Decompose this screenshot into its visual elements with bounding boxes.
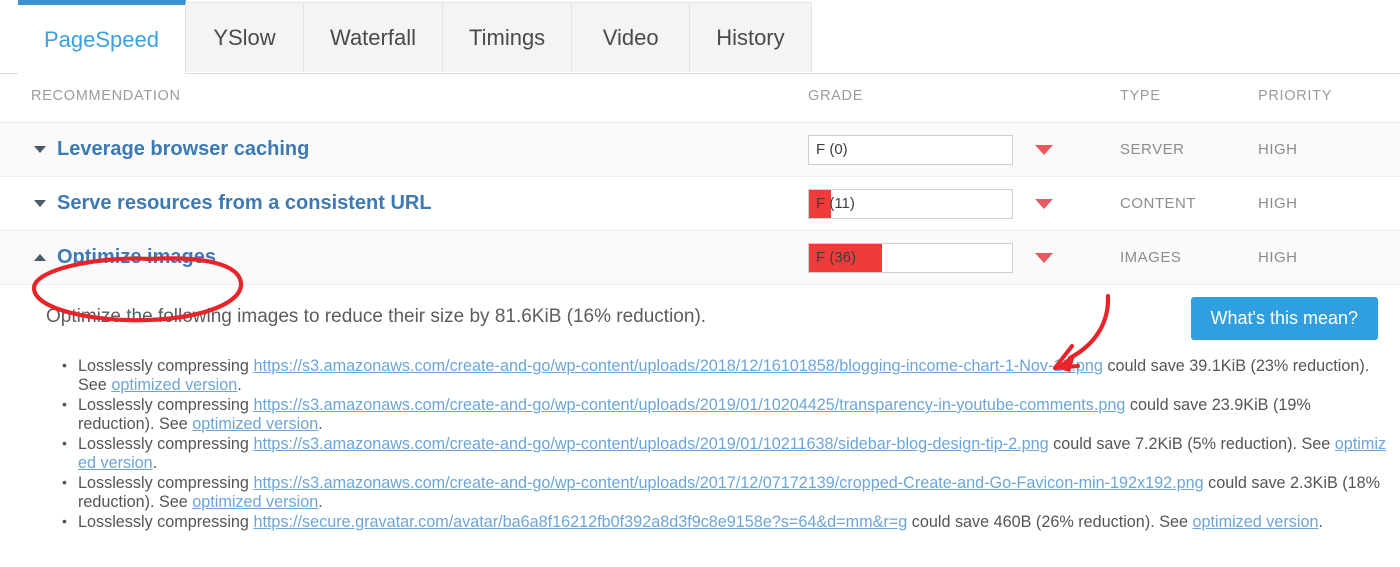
tab-bar-filler bbox=[811, 0, 1400, 74]
table-row[interactable]: Leverage browser caching F (0) SERVER HI… bbox=[0, 123, 1400, 177]
chevron-down-icon[interactable] bbox=[1033, 141, 1055, 159]
list-item: Losslessly compressing https://s3.amazon… bbox=[62, 356, 1390, 395]
column-header-type: TYPE bbox=[1120, 88, 1161, 104]
grade-label: F (36) bbox=[816, 249, 857, 266]
optimized-version-link[interactable]: optimized version bbox=[111, 376, 237, 394]
item-prefix: Losslessly compressing bbox=[78, 513, 254, 531]
image-url-link[interactable]: https://s3.amazonaws.com/create-and-go/w… bbox=[253, 357, 1102, 375]
tab-timings[interactable]: Timings bbox=[442, 2, 573, 72]
grade-bar: F (11) bbox=[808, 188, 1013, 219]
column-header-recommendation: RECOMMENDATION bbox=[31, 88, 181, 104]
grade-label: F (0) bbox=[816, 141, 848, 158]
tab-label: Waterfall bbox=[330, 24, 416, 50]
recommendation-type: SERVER bbox=[1120, 141, 1185, 158]
item-prefix: Losslessly compressing bbox=[78, 435, 254, 453]
recommendation-title[interactable]: Optimize images bbox=[57, 246, 216, 269]
tab-label: History bbox=[716, 24, 785, 50]
table-row[interactable]: Serve resources from a consistent URL F … bbox=[0, 177, 1400, 231]
item-suffix: . bbox=[318, 493, 323, 511]
item-prefix: Losslessly compressing bbox=[78, 396, 254, 414]
recommendation-priority: HIGH bbox=[1258, 195, 1298, 212]
list-item: Losslessly compressing https://secure.gr… bbox=[62, 512, 1390, 532]
optimization-list: Losslessly compressing https://s3.amazon… bbox=[0, 356, 1400, 533]
recommendation-list: Leverage browser caching F (0) SERVER HI… bbox=[0, 123, 1400, 285]
tab-video[interactable]: Video bbox=[572, 2, 691, 72]
item-suffix: . bbox=[1318, 513, 1323, 531]
image-url-link[interactable]: https://s3.amazonaws.com/create-and-go/w… bbox=[253, 396, 1125, 414]
column-header-priority: PRIORITY bbox=[1258, 88, 1333, 104]
image-url-link[interactable]: https://s3.amazonaws.com/create-and-go/w… bbox=[253, 435, 1048, 453]
table-header: RECOMMENDATION GRADE TYPE PRIORITY bbox=[0, 74, 1400, 123]
grade-bar: F (36) bbox=[808, 242, 1013, 273]
chevron-down-icon[interactable] bbox=[1033, 249, 1055, 267]
item-suffix: . bbox=[318, 415, 323, 433]
tab-history[interactable]: History bbox=[690, 2, 812, 72]
whats-this-mean-button[interactable]: What's this mean? bbox=[1190, 297, 1378, 340]
tab-label: YSlow bbox=[213, 24, 276, 50]
item-suffix: . bbox=[237, 376, 242, 394]
recommendation-title[interactable]: Leverage browser caching bbox=[57, 138, 309, 161]
grade-bar: F (0) bbox=[808, 134, 1013, 165]
recommendation-priority: HIGH bbox=[1258, 249, 1298, 266]
collapse-caret-icon[interactable] bbox=[34, 254, 46, 261]
expand-caret-icon[interactable] bbox=[34, 200, 46, 207]
tab-pagespeed[interactable]: PageSpeed bbox=[18, 0, 186, 74]
item-prefix: Losslessly compressing bbox=[78, 474, 254, 492]
item-suffix: . bbox=[152, 454, 158, 472]
recommendation-type: CONTENT bbox=[1120, 195, 1196, 212]
optimized-version-link[interactable]: optimized version bbox=[192, 415, 318, 433]
item-savings-text: could save 460B (26% reduction). See bbox=[907, 513, 1193, 531]
tab-yslow[interactable]: YSlow bbox=[186, 2, 304, 72]
recommendation-priority: HIGH bbox=[1258, 141, 1298, 158]
list-item: Losslessly compressing https://s3.amazon… bbox=[62, 473, 1390, 512]
image-url-link[interactable]: https://s3.amazonaws.com/create-and-go/w… bbox=[253, 474, 1203, 492]
image-url-link[interactable]: https://secure.gravatar.com/avatar/ba6a8… bbox=[253, 513, 907, 531]
item-prefix: Losslessly compressing bbox=[78, 357, 254, 375]
detail-panel: Optimize the following images to reduce … bbox=[0, 285, 1400, 531]
recommendation-title[interactable]: Serve resources from a consistent URL bbox=[57, 192, 432, 215]
tab-bar: PageSpeed YSlow Waterfall Timings Video … bbox=[0, 0, 1400, 74]
recommendation-type: IMAGES bbox=[1120, 249, 1182, 266]
item-savings-text: could save 7.2KiB (5% reduction). See bbox=[1048, 435, 1335, 453]
table-row[interactable]: Optimize images F (36) IMAGES HIGH bbox=[0, 231, 1400, 285]
grade-label: F (11) bbox=[816, 195, 855, 212]
tab-label: Timings bbox=[468, 24, 546, 50]
tab-label: PageSpeed bbox=[44, 26, 159, 52]
column-header-grade: GRADE bbox=[808, 88, 864, 104]
optimized-version-link[interactable]: optimized version bbox=[192, 493, 318, 511]
tab-waterfall[interactable]: Waterfall bbox=[304, 2, 443, 72]
list-item: Losslessly compressing https://s3.amazon… bbox=[62, 395, 1390, 434]
tab-label: Video bbox=[602, 24, 659, 50]
expand-caret-icon[interactable] bbox=[34, 146, 46, 153]
detail-summary: Optimize the following images to reduce … bbox=[46, 306, 707, 327]
optimized-version-link[interactable]: optimized version bbox=[1193, 513, 1319, 531]
chevron-down-icon[interactable] bbox=[1033, 195, 1055, 213]
list-item: Losslessly compressing https://s3.amazon… bbox=[62, 434, 1390, 473]
